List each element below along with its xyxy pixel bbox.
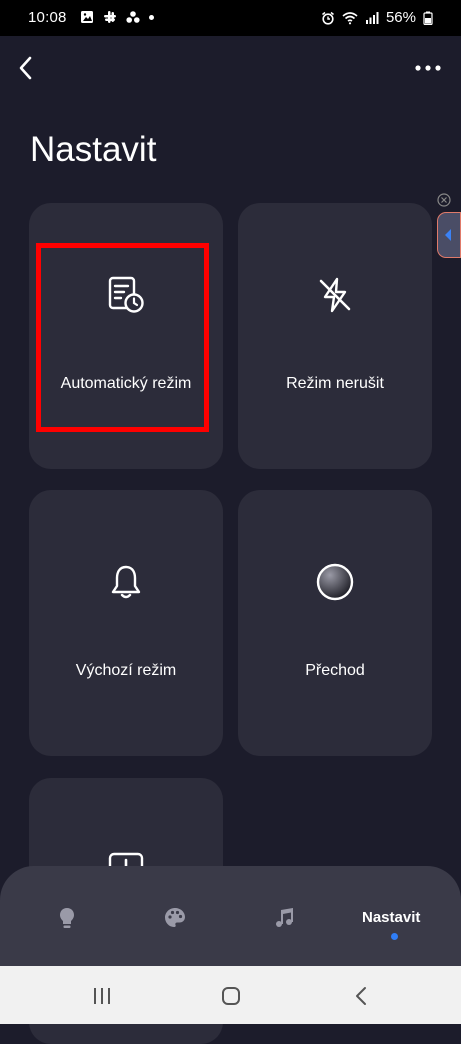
recent-apps-icon[interactable] <box>90 984 114 1008</box>
nav-item-colors[interactable] <box>148 866 202 966</box>
active-indicator-dot <box>391 933 398 940</box>
tile-transition[interactable]: Přechod <box>238 490 432 756</box>
nav-item-lights[interactable] <box>40 866 94 966</box>
side-panel-close-icon[interactable] <box>437 193 451 207</box>
back-nav-icon[interactable] <box>350 984 374 1008</box>
flash-off-icon <box>319 277 351 313</box>
top-bar <box>0 36 461 106</box>
music-icon <box>276 908 293 927</box>
nav-item-music[interactable] <box>258 866 312 966</box>
home-icon[interactable] <box>219 984 243 1008</box>
tile-label: Přechod <box>305 662 365 679</box>
slack-icon <box>104 11 116 23</box>
tile-label: Automatický režim <box>60 375 192 392</box>
tile-default-mode[interactable]: Výchozí režim <box>29 490 223 756</box>
back-button[interactable] <box>10 52 42 84</box>
asana-icon <box>126 11 140 23</box>
nav-item-settings[interactable]: Nastavit <box>352 866 442 966</box>
wifi-icon <box>342 11 358 24</box>
page-title: Nastavit <box>30 130 157 169</box>
battery-icon <box>423 11 433 25</box>
nav-label-settings: Nastavit <box>362 909 421 926</box>
status-icons-left <box>80 10 154 24</box>
battery-percentage: 56% <box>385 9 416 26</box>
signal-icon <box>365 11 379 24</box>
side-panel-handle[interactable] <box>437 212 461 258</box>
tile-do-not-disturb[interactable]: Režim nerušit <box>238 203 432 469</box>
tile-label: Výchozí režim <box>75 662 177 679</box>
tile-automatic-mode[interactable]: Automatický režim <box>29 203 223 469</box>
bell-icon <box>111 565 141 599</box>
notification-dot <box>149 14 154 20</box>
more-options-button[interactable] <box>413 56 445 80</box>
alarm-icon <box>322 11 334 25</box>
system-nav-bar <box>0 966 461 1024</box>
tile-label: Režim nerušit <box>286 375 384 392</box>
status-icons-right: 56% <box>321 9 433 26</box>
status-time: 10:08 <box>28 9 67 26</box>
schedule-document-icon <box>108 276 144 313</box>
gradient-circle-icon <box>316 563 354 601</box>
palette-icon <box>165 908 185 927</box>
bottom-nav: Nastavit <box>0 866 461 966</box>
gallery-icon <box>81 11 93 23</box>
status-bar: 10:08 56% <box>0 0 461 36</box>
lightbulb-icon <box>60 908 74 928</box>
caret-left-icon <box>445 229 451 241</box>
